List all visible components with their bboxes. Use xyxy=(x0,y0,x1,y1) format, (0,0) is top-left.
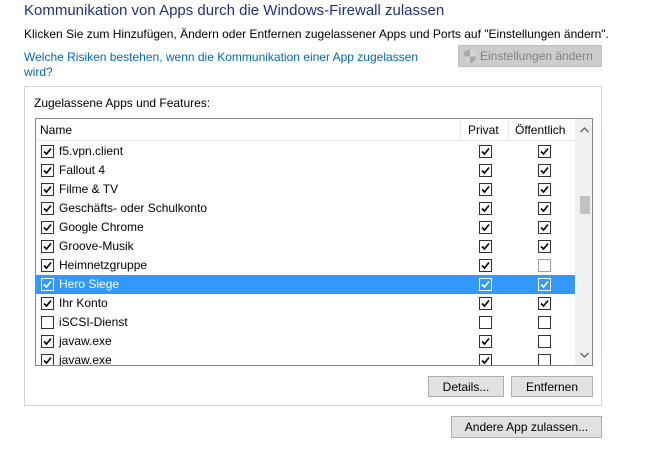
row-private-checkbox[interactable] xyxy=(479,164,492,177)
row-enabled-checkbox[interactable] xyxy=(41,278,54,291)
table-row[interactable]: f5.vpn.client xyxy=(36,142,577,161)
table-row[interactable]: Geschäfts- oder Schulkonto xyxy=(36,199,577,218)
scrollbar-thumb[interactable] xyxy=(580,196,590,214)
row-enabled-checkbox[interactable] xyxy=(41,316,54,329)
add-app-button[interactable]: Andere App zulassen... xyxy=(451,416,602,438)
column-header-private[interactable]: Privat xyxy=(468,119,499,141)
row-enabled-checkbox[interactable] xyxy=(41,354,54,365)
risk-info-link[interactable]: Welche Risiken bestehen, wenn die Kommun… xyxy=(24,50,444,80)
list-rows: f5.vpn.client Fallout 4 Filme & TV Geschäft… xyxy=(36,142,577,366)
row-app-name: javaw.exe xyxy=(59,334,112,348)
row-public-checkbox[interactable] xyxy=(538,183,551,196)
chevron-down-icon[interactable] xyxy=(576,346,592,363)
row-app-name: Fallout 4 xyxy=(59,163,106,177)
row-private-checkbox[interactable] xyxy=(479,221,492,234)
row-enabled-checkbox[interactable] xyxy=(41,202,54,215)
row-app-name: Hero Siege xyxy=(59,277,120,291)
row-public-checkbox[interactable] xyxy=(538,354,551,365)
row-private-checkbox[interactable] xyxy=(479,240,492,253)
row-app-name: f5.vpn.client xyxy=(59,144,124,158)
row-enabled-checkbox[interactable] xyxy=(41,221,54,234)
row-public-checkbox[interactable] xyxy=(538,145,551,158)
row-public-checkbox[interactable] xyxy=(538,221,551,234)
row-private-checkbox[interactable] xyxy=(479,297,492,310)
allowed-apps-list[interactable]: Name Privat Öffentlich f5.vpn.client Fall… xyxy=(35,118,593,366)
row-public-checkbox[interactable] xyxy=(538,297,551,310)
row-enabled-checkbox[interactable] xyxy=(41,183,54,196)
row-enabled-checkbox[interactable] xyxy=(41,297,54,310)
row-app-name: Filme & TV xyxy=(59,182,119,196)
row-enabled-checkbox[interactable] xyxy=(41,145,54,158)
row-app-name: Heimnetzgruppe xyxy=(59,258,148,272)
table-row[interactable]: Fallout 4 xyxy=(36,161,577,180)
row-public-checkbox[interactable] xyxy=(538,202,551,215)
row-app-name: javaw.exe xyxy=(59,353,112,366)
row-public-checkbox[interactable] xyxy=(538,335,551,348)
chevron-up-icon[interactable] xyxy=(576,121,592,138)
row-enabled-checkbox[interactable] xyxy=(41,335,54,348)
row-public-checkbox[interactable] xyxy=(538,259,551,272)
row-private-checkbox[interactable] xyxy=(479,145,492,158)
column-header-public[interactable]: Öffentlich xyxy=(515,119,565,141)
page-title: Kommunikation von Apps durch die Windows… xyxy=(24,2,445,19)
row-private-checkbox[interactable] xyxy=(479,354,492,365)
row-app-name: Ihr Konto xyxy=(59,296,108,310)
row-enabled-checkbox[interactable] xyxy=(41,240,54,253)
table-row[interactable]: Heimnetzgruppe xyxy=(36,256,577,275)
table-row[interactable]: iSCSI-Dienst xyxy=(36,313,577,332)
change-settings-button[interactable]: Einstellungen ändern xyxy=(458,45,602,67)
table-row[interactable]: Filme & TV xyxy=(36,180,577,199)
table-row[interactable]: javaw.exe xyxy=(36,332,577,351)
row-private-checkbox[interactable] xyxy=(479,316,492,329)
uac-shield-icon xyxy=(463,49,477,64)
row-private-checkbox[interactable] xyxy=(479,202,492,215)
row-private-checkbox[interactable] xyxy=(479,278,492,291)
row-app-name: Google Chrome xyxy=(59,220,144,234)
allowed-apps-label: Zugelassene Apps und Features: xyxy=(34,96,211,110)
list-header: Name Privat Öffentlich xyxy=(36,119,577,141)
row-public-checkbox[interactable] xyxy=(538,278,551,291)
remove-button[interactable]: Entfernen xyxy=(511,376,593,397)
row-private-checkbox[interactable] xyxy=(479,335,492,348)
row-public-checkbox[interactable] xyxy=(538,316,551,329)
table-row[interactable]: Groove-Musik xyxy=(36,237,577,256)
row-enabled-checkbox[interactable] xyxy=(41,259,54,272)
table-row[interactable]: javaw.exe xyxy=(36,351,577,366)
table-row[interactable]: Hero Siege xyxy=(36,275,577,294)
row-enabled-checkbox[interactable] xyxy=(41,164,54,177)
page-subtitle: Klicken Sie zum Hinzufügen, Ändern oder … xyxy=(24,27,609,41)
row-app-name: Groove-Musik xyxy=(59,239,134,253)
row-app-name: Geschäfts- oder Schulkonto xyxy=(59,201,208,215)
allowed-apps-group: Zugelassene Apps und Features: Name Priv… xyxy=(24,86,602,406)
row-public-checkbox[interactable] xyxy=(538,164,551,177)
column-divider xyxy=(508,119,509,141)
row-private-checkbox[interactable] xyxy=(479,183,492,196)
row-app-name: iSCSI-Dienst xyxy=(59,315,128,329)
change-settings-label: Einstellungen ändern xyxy=(480,49,593,63)
details-button[interactable]: Details... xyxy=(428,376,504,397)
row-public-checkbox[interactable] xyxy=(538,240,551,253)
vertical-scrollbar[interactable] xyxy=(575,119,592,365)
row-private-checkbox[interactable] xyxy=(479,259,492,272)
table-row[interactable]: Google Chrome xyxy=(36,218,577,237)
column-header-name[interactable]: Name xyxy=(40,119,72,141)
column-divider xyxy=(460,119,461,141)
table-row[interactable]: Ihr Konto xyxy=(36,294,577,313)
